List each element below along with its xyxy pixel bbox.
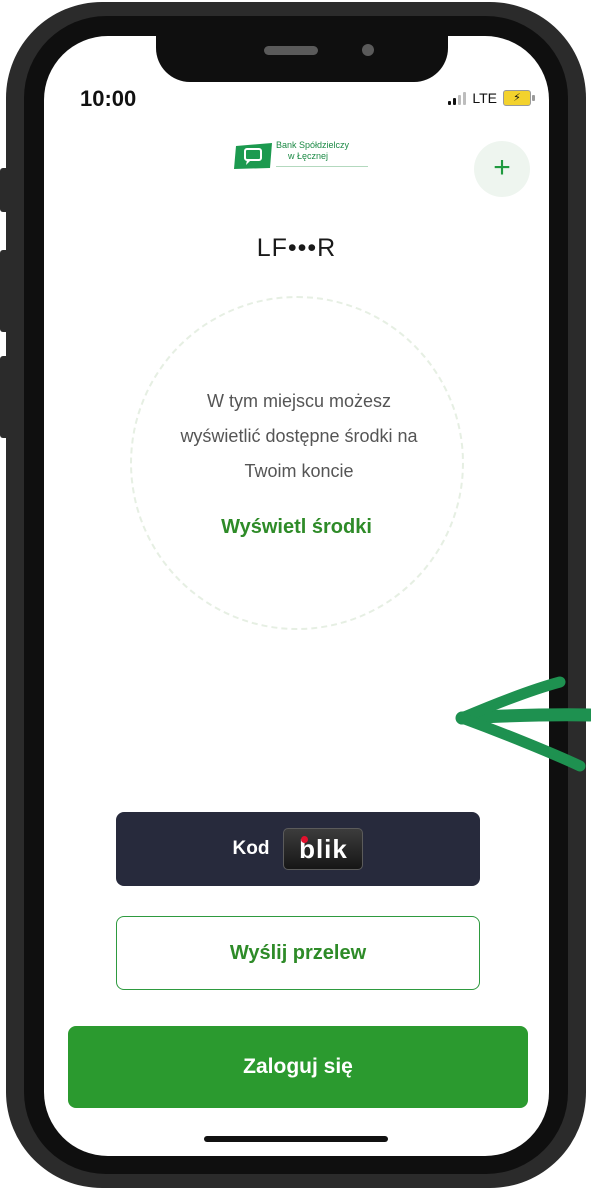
- login-button[interactable]: Zaloguj się: [68, 1026, 528, 1108]
- status-indicators: LTE ⚡: [448, 86, 535, 110]
- blik-button-label: Kod: [232, 838, 270, 859]
- speaker-grille: [264, 46, 318, 55]
- battery-charging-icon: ⚡: [503, 90, 535, 106]
- home-indicator[interactable]: [204, 1136, 388, 1142]
- network-type: LTE: [472, 90, 497, 106]
- bank-logo-text: Bank Spółdzielczy w Łęcznej: [276, 140, 349, 162]
- bank-name-line2: w Łęcznej: [288, 151, 329, 161]
- signal-icon: [448, 91, 467, 105]
- balance-info-line: Twoim koncie: [244, 461, 354, 481]
- arrow-left-icon: [455, 676, 591, 772]
- balance-info-line: W tym miejscu możesz: [206, 391, 392, 411]
- plus-icon: +: [493, 151, 511, 184]
- account-name: LF•••R: [256, 234, 337, 262]
- bank-logo: Bank Spółdzielczy w Łęcznej: [232, 136, 372, 176]
- bank-name-line1: Bank Spółdzielczy: [276, 140, 350, 150]
- balance-info-line: wyświetlić dostępne środki na: [180, 426, 418, 446]
- blik-logo: blik: [283, 828, 364, 870]
- show-funds-link[interactable]: Wyświetl środki: [44, 516, 549, 539]
- status-time: 10:00: [80, 86, 137, 111]
- send-transfer-button[interactable]: Wyślij przelew: [116, 916, 480, 990]
- add-account-button[interactable]: +: [474, 141, 530, 197]
- front-camera: [362, 44, 374, 56]
- phone-notch: [156, 36, 448, 82]
- balance-info-text: W tym miejscu możesz wyświetlić dostępne…: [154, 384, 444, 489]
- blik-code-button[interactable]: Kod blik: [116, 812, 480, 886]
- app-screen: 10:00 LTE ⚡ Bank Spółdzielczy w Łęcznej …: [44, 36, 549, 1156]
- bank-logo-mark: [234, 143, 272, 169]
- bank-logo-underline: [276, 166, 368, 167]
